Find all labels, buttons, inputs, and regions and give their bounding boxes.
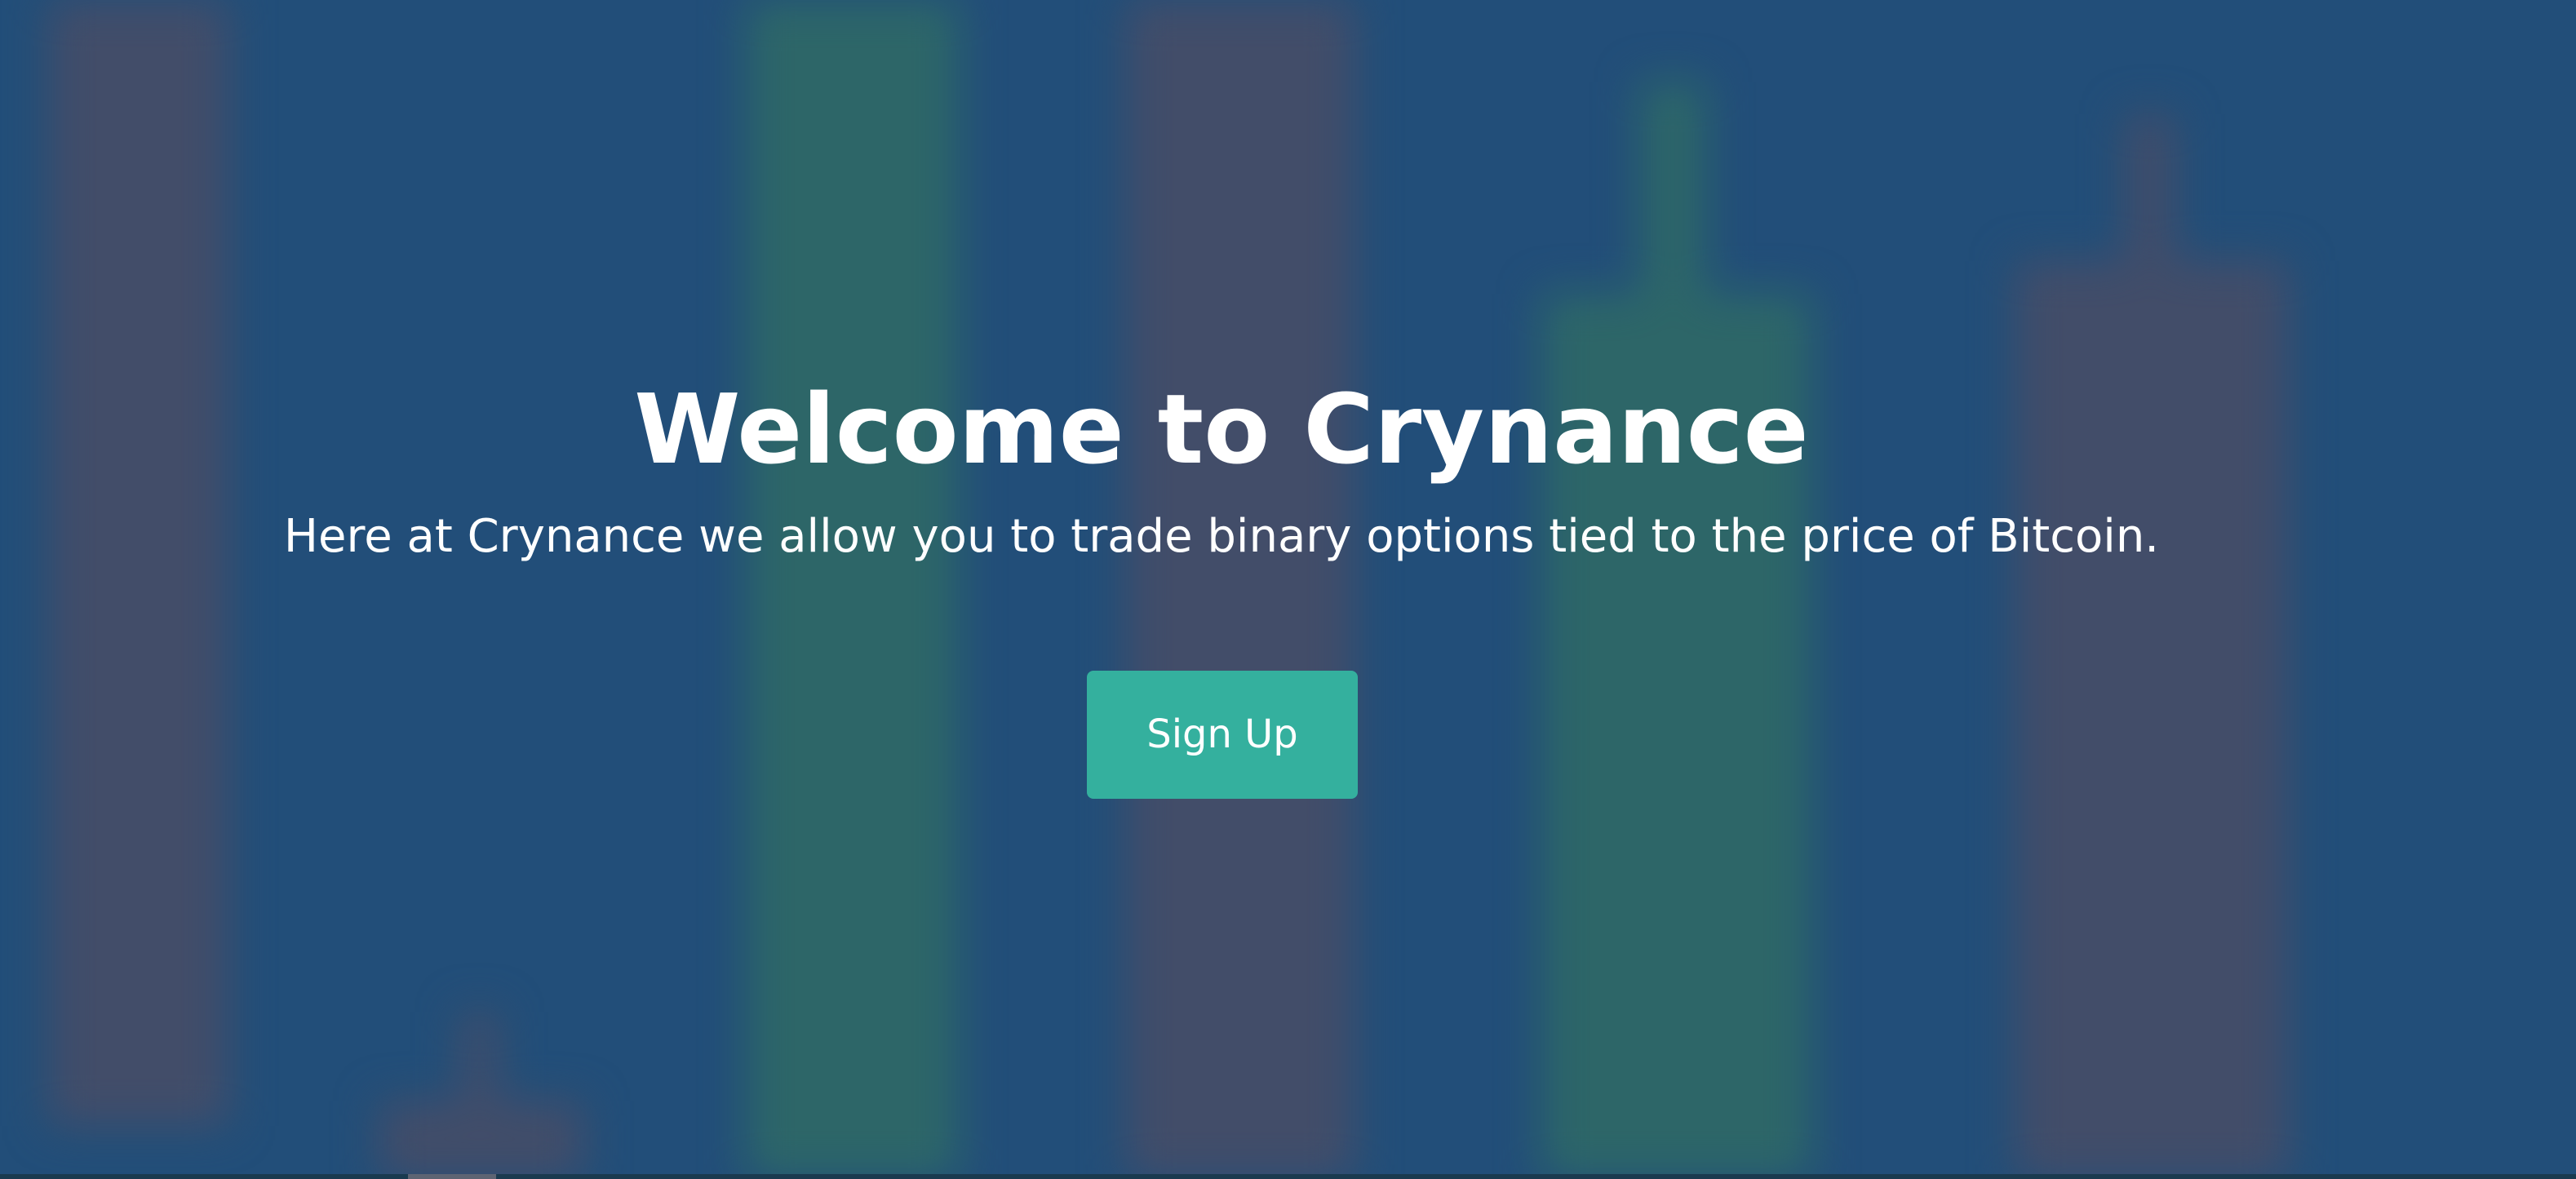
sign-up-button[interactable]: Sign Up [1087, 671, 1358, 799]
scrollbar-thumb[interactable] [408, 1174, 496, 1179]
landing-hero: Welcome to Crynance Here at Crynance we … [0, 0, 2576, 1179]
page-title: Welcome to Crynance [634, 373, 1809, 485]
horizontal-scrollbar[interactable] [0, 1174, 2576, 1179]
hero-subtitle: Here at Crynance we allow you to trade b… [283, 510, 2160, 563]
hero-content: Welcome to Crynance Here at Crynance we … [0, 0, 2448, 1179]
